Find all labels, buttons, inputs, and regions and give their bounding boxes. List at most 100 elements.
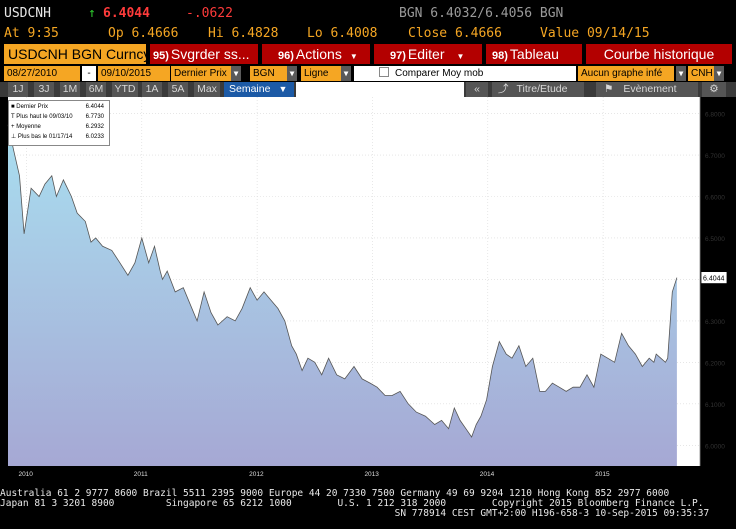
- date-separator: -: [82, 66, 96, 81]
- period-toolbar: 1J 3J 1M 6M YTD 1A 5A Max Semaine ▼ « ⤴ Ti…: [0, 82, 736, 97]
- high-field: Hi 6.4828: [208, 26, 279, 41]
- start-date-input[interactable]: 08/27/2010: [4, 66, 80, 81]
- titles-label: Titre/Etude: [516, 83, 568, 95]
- table-menu-label: Tableau: [509, 46, 559, 62]
- save-menu-label: Svgrder ss...: [170, 46, 250, 62]
- y-tick-label: 6.6000: [705, 195, 725, 202]
- open-field: Op 6.4666: [108, 26, 179, 41]
- legend-label-low: Plus bas le 01/17/14: [17, 134, 73, 140]
- quote-line-2: At 9:35 Op 6.4666 Hi 6.4828 Lo 6.4008 Cl…: [0, 25, 736, 42]
- edit-menu-num: 97): [390, 50, 406, 62]
- edit-dropdown-icon: ▼: [456, 52, 465, 61]
- period-1m[interactable]: 1M: [60, 82, 80, 97]
- source-dropdown-icon[interactable]: ▼: [287, 66, 297, 81]
- field-dropdown-icon[interactable]: ▼: [231, 66, 241, 81]
- save-menu-num: 95): [153, 50, 169, 62]
- net-change: -.0622: [186, 6, 233, 21]
- toolbar-blank-field[interactable]: [296, 82, 464, 97]
- lower-chart-select[interactable]: Aucun graphe infé: [578, 66, 674, 81]
- legend-item-high: T Plus haut le 09/03/10 6.7730: [11, 113, 107, 121]
- field-select[interactable]: Dernier Prix: [171, 66, 231, 81]
- table-menu[interactable]: 98) Tableau: [486, 44, 582, 64]
- bid-ask: BGN 6.4032/6.4056 BGN: [399, 6, 564, 21]
- x-tick-label: 2011: [134, 471, 148, 478]
- actions-menu-label: Actions: [295, 46, 342, 62]
- legend-label-average: Moyenne: [16, 124, 41, 130]
- x-tick-label: 2015: [595, 471, 610, 478]
- legend-value-low: 6.0233: [85, 134, 104, 140]
- period-6m[interactable]: 6M: [86, 82, 106, 97]
- titles-button[interactable]: ⤴ Titre/Etude: [492, 82, 584, 97]
- chart-legend: ■ Dernier Prix 6.4044 T Plus haut le 09/0…: [8, 100, 110, 146]
- last-price: 6.4044: [103, 6, 150, 21]
- gear-icon[interactable]: ⚙: [702, 82, 726, 97]
- page-title: Courbe historique: [586, 44, 732, 64]
- x-tick-label: 2012: [249, 471, 264, 478]
- price-chart: 6.80006.70006.60006.50006.40006.30006.20…: [7, 97, 728, 478]
- period-ytd[interactable]: YTD: [112, 82, 138, 97]
- actions-dropdown-icon: ▼: [349, 52, 358, 61]
- legend-value-last: 6.4044: [85, 104, 104, 110]
- events-label: Evènement: [623, 83, 677, 95]
- collapse-button[interactable]: «: [466, 82, 488, 97]
- security-field[interactable]: USDCNH BGN Curncy: [4, 44, 146, 64]
- currency-select[interactable]: CNH: [688, 66, 714, 81]
- legend-value-average: 6.2932: [85, 124, 104, 130]
- currency-dropdown-icon[interactable]: ▼: [714, 66, 724, 81]
- table-menu-num: 98): [492, 50, 508, 62]
- events-button[interactable]: ⚑ Evènement: [596, 82, 698, 97]
- x-axis: 2010 2011 2012 2013 2014 2015: [18, 471, 610, 478]
- menu-bar: USDCNH BGN Curncy 95) Svgrder ss... 96) Ac…: [0, 44, 736, 64]
- y-tick-label: 6.0000: [705, 443, 725, 450]
- y-tick-label: 6.8000: [705, 112, 725, 119]
- lower-dropdown-icon[interactable]: ▼: [676, 66, 686, 81]
- legend-marker-high: T: [11, 114, 15, 120]
- end-date-input[interactable]: 09/10/2015: [98, 66, 170, 81]
- period-max[interactable]: Max: [194, 82, 220, 97]
- legend-label-last: Dernier Prix: [16, 104, 48, 110]
- compare-checkbox[interactable]: [379, 67, 389, 77]
- save-menu[interactable]: 95) Svgrder ss...: [150, 44, 258, 64]
- y-tick-label: 6.3000: [705, 319, 725, 326]
- period-1j[interactable]: 1J: [8, 82, 28, 97]
- legend-label-high: Plus haut le 09/03/10: [16, 114, 73, 120]
- legend-marker-last: ■: [11, 104, 15, 110]
- y-tick-label: 6.1000: [705, 402, 725, 409]
- frequency-select[interactable]: Semaine ▼: [224, 82, 294, 97]
- legend-marker-average: +: [11, 124, 15, 130]
- period-3j[interactable]: 3J: [34, 82, 54, 97]
- edit-menu-label: Editer: [407, 46, 445, 62]
- x-tick-label: 2013: [364, 471, 379, 478]
- edit-menu[interactable]: 97) Editer ▼: [374, 44, 482, 64]
- style-select[interactable]: Ligne: [301, 66, 341, 81]
- x-tick-label: 2010: [18, 471, 33, 478]
- period-1a[interactable]: 1A: [142, 82, 162, 97]
- ticker: USDCNH: [4, 6, 51, 21]
- footer-line-3: SN 778914 CEST GMT+2:00 H196-658-3 10-Se…: [0, 508, 710, 519]
- compare-toggle[interactable]: Comparer Moy mob: [354, 66, 576, 81]
- up-arrow-icon: ↑: [88, 6, 96, 21]
- period-5a[interactable]: 5A: [168, 82, 188, 97]
- x-tick-label: 2014: [480, 471, 495, 478]
- y-tick-label: 6.5000: [705, 236, 725, 243]
- last-price-tag: 6.4044: [700, 271, 728, 285]
- last-price-label: 6.4044: [703, 276, 725, 283]
- actions-menu[interactable]: 96) Actions ▼: [262, 44, 370, 64]
- control-bar: 08/27/2010 - 09/10/2015 Dernier Prix ▼ B…: [0, 66, 736, 81]
- footer: Australia 61 2 9777 8600 Brazil 5511 239…: [0, 479, 736, 529]
- chart-line-icon: ⤴: [498, 83, 509, 95]
- y-tick-label: 6.7000: [705, 153, 725, 160]
- close-field: Close 6.4666: [408, 26, 502, 41]
- legend-value-high: 6.7730: [85, 114, 104, 120]
- actions-menu-num: 96): [278, 50, 294, 62]
- quote-line-1: USDCNH ↑ 6.4044 -.0622 BGN 6.4032/6.4056…: [0, 5, 736, 22]
- style-dropdown-icon[interactable]: ▼: [341, 66, 351, 81]
- value-date-field: Value 09/14/15: [540, 26, 650, 41]
- low-field: Lo 6.4008: [307, 26, 378, 41]
- flag-icon: ⚑: [604, 83, 614, 95]
- legend-item-low: ⊥ Plus bas le 01/17/14 6.0233: [11, 133, 107, 141]
- frequency-label: Semaine: [229, 83, 271, 95]
- compare-label: Comparer Moy mob: [395, 68, 484, 79]
- legend-item-average: + Moyenne 6.2932: [11, 123, 107, 131]
- y-tick-label: 6.2000: [705, 360, 725, 367]
